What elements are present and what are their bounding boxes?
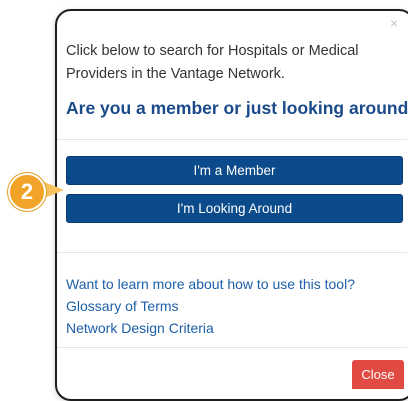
divider bbox=[57, 139, 407, 140]
close-icon[interactable]: × bbox=[390, 16, 398, 30]
dialog-heading: Are you a member or just looking around? bbox=[66, 98, 408, 118]
network-design-criteria-link[interactable]: Network Design Criteria bbox=[66, 317, 355, 339]
looking-around-button[interactable]: I'm Looking Around bbox=[66, 194, 403, 223]
learn-more-link[interactable]: Want to learn more about how to use this… bbox=[66, 273, 355, 295]
step-number-badge: 2 bbox=[8, 173, 46, 211]
divider bbox=[57, 252, 407, 253]
intro-text: Click below to search for Hospitals or M… bbox=[66, 43, 359, 82]
help-links: Want to learn more about how to use this… bbox=[66, 273, 355, 339]
glossary-link[interactable]: Glossary of Terms bbox=[66, 295, 355, 317]
close-button[interactable]: Close bbox=[352, 360, 404, 389]
divider bbox=[57, 347, 407, 348]
member-button[interactable]: I'm a Member bbox=[66, 156, 403, 185]
